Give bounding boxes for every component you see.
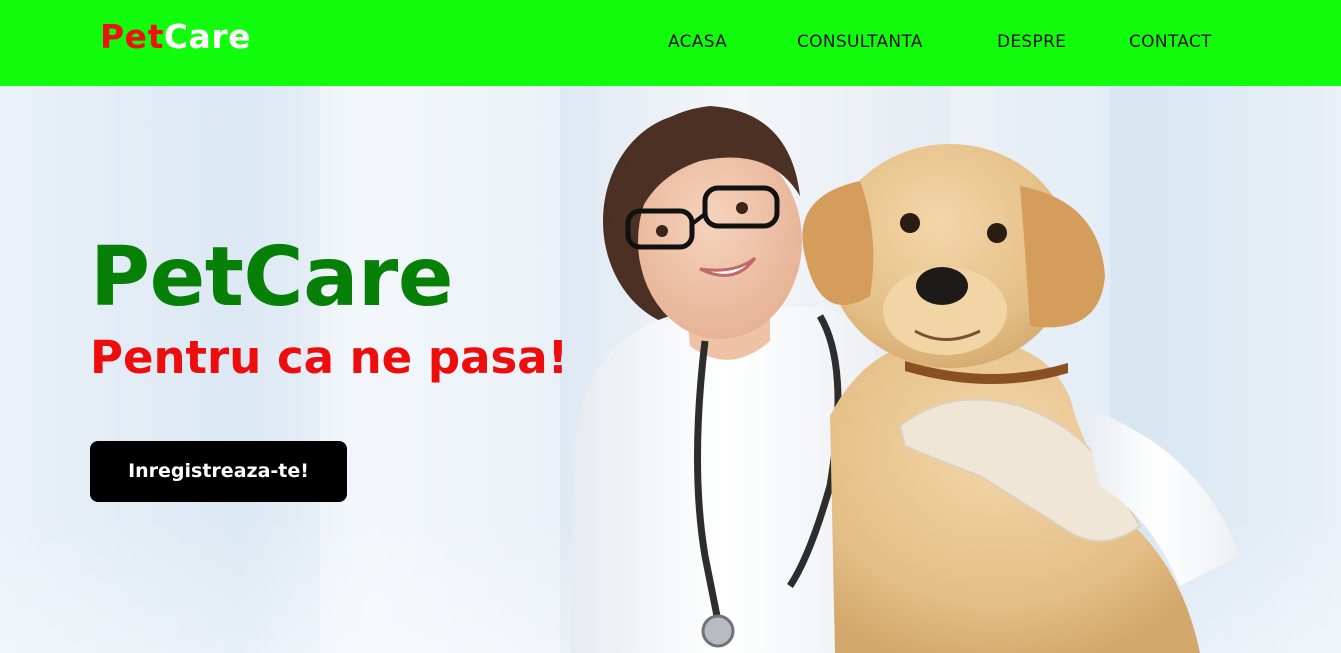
nav-link-acasa[interactable]: ACASA — [668, 31, 727, 53]
nav-link-despre[interactable]: DESPRE — [997, 31, 1066, 53]
register-button[interactable]: Inregistreaza-te! — [90, 441, 347, 502]
hero-subtitle: Pentru ca ne pasa! — [90, 331, 569, 384]
navbar: PetCare ACASA CONSULTANTA DESPRE CONTACT — [0, 0, 1341, 86]
nav-link-consultanta[interactable]: CONSULTANTA — [797, 31, 923, 53]
hero-title: PetCare — [90, 230, 453, 325]
logo-pet-text: Pet — [100, 17, 164, 56]
hero-section: PetCare Pentru ca ne pasa! Inregistreaza… — [0, 86, 1341, 653]
nav-link-contact[interactable]: CONTACT — [1129, 31, 1212, 53]
logo-care-text: Care — [163, 17, 251, 56]
logo[interactable]: PetCare — [100, 17, 251, 57]
